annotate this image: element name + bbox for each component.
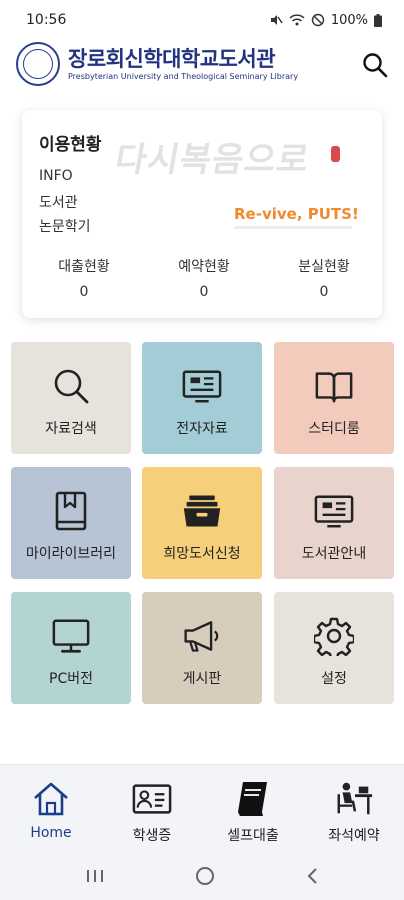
- stat-lost[interactable]: 분실현황 0: [284, 256, 364, 300]
- open-book-icon: [314, 366, 354, 406]
- nav-label: 학생증: [132, 828, 172, 844]
- nav-seat-reservation[interactable]: 좌석예약: [314, 779, 394, 845]
- stat-reservation[interactable]: 예약현황 0: [164, 256, 244, 300]
- nav-label: 셀프대출: [227, 828, 279, 844]
- nav-self-checkout[interactable]: 셀프대출: [213, 779, 293, 845]
- stat-label: 대출현황: [58, 259, 110, 275]
- stat-value: 0: [79, 284, 89, 300]
- tile-board[interactable]: 게시판: [142, 592, 262, 704]
- status-time: 10:56: [26, 12, 67, 28]
- back-button[interactable]: [305, 867, 319, 889]
- stat-label: 분실현황: [298, 259, 350, 275]
- megaphone-icon: [182, 616, 222, 656]
- stat-loan[interactable]: 대출현황 0: [44, 256, 124, 300]
- nav-label: 좌석예약: [328, 828, 380, 844]
- search-icon: [363, 53, 388, 78]
- seat-desk-icon: [334, 779, 374, 819]
- tile-label: 스터디룸: [308, 421, 360, 437]
- nav-home[interactable]: Home: [11, 779, 91, 841]
- library-logo: [16, 42, 60, 86]
- search-button[interactable]: [360, 50, 390, 80]
- tile-my-library[interactable]: 마이라이브러리: [11, 467, 131, 579]
- tile-pc-version[interactable]: PC버전: [11, 592, 131, 704]
- tile-label: PC버전: [49, 671, 93, 687]
- slogan-fine-line: [234, 226, 352, 229]
- usage-status-card: 이용현황 INFO 도서관 논문학기 다시복음으로 Re-vive, PUTS!…: [22, 110, 382, 318]
- app-header: 장로회신학대학교도서관 Presbyterian University and …: [0, 40, 404, 88]
- tile-material-search[interactable]: 자료검색: [11, 342, 131, 454]
- slogan-tagline: Re-vive, PUTS!: [234, 205, 359, 223]
- tile-book-request[interactable]: 희망도서신청: [142, 467, 262, 579]
- slogan-seal: [331, 146, 340, 162]
- card-line-thesis: 논문학기: [39, 219, 91, 235]
- tile-study-room[interactable]: 스터디룸: [274, 342, 394, 454]
- system-navigation-bar: [0, 856, 404, 900]
- nav-label: Home: [30, 825, 72, 841]
- tile-label: 게시판: [182, 671, 222, 687]
- home-icon: [31, 779, 71, 819]
- file-drawer-icon: [182, 491, 222, 531]
- stat-value: 0: [319, 284, 329, 300]
- wifi-icon: [289, 13, 305, 27]
- info-board-icon: [314, 491, 354, 531]
- nav-student-id[interactable]: 학생증: [112, 779, 192, 845]
- tile-label: 자료검색: [45, 421, 97, 437]
- stats-row: 대출현황 0 예약현황 0 분실현황 0: [22, 256, 382, 300]
- tile-label: 도서관안내: [301, 546, 367, 562]
- home-button[interactable]: [195, 866, 215, 890]
- tile-label: 전자자료: [176, 421, 228, 437]
- card-title: 이용현황: [39, 135, 102, 155]
- recent-apps-button[interactable]: [85, 868, 105, 888]
- bottom-navigation: Home 학생증 셀프대출 좌석예약: [0, 764, 404, 856]
- id-card-icon: [132, 779, 172, 819]
- card-line-library: 도서관: [39, 195, 78, 211]
- tile-label: 희망도서신청: [163, 546, 241, 562]
- bookmark-book-icon: [51, 491, 91, 531]
- mute-icon: [269, 13, 283, 27]
- monitor-document-icon: [182, 366, 222, 406]
- gear-icon: [314, 616, 354, 656]
- desktop-monitor-icon: [51, 616, 91, 656]
- tile-label: 마이라이브러리: [25, 546, 117, 562]
- stat-value: 0: [199, 284, 209, 300]
- stat-label: 예약현황: [178, 259, 230, 275]
- tile-library-info[interactable]: 도서관안내: [274, 467, 394, 579]
- battery-percent: 100%: [330, 12, 368, 28]
- battery-icon: [374, 13, 382, 27]
- slogan-calligraphy: 다시복음으로: [111, 140, 313, 180]
- tile-e-resources[interactable]: 전자자료: [142, 342, 262, 454]
- header-subtitle: Presbyterian University and Theological …: [68, 71, 299, 81]
- blocked-icon: [311, 13, 325, 27]
- card-line-info: INFO: [39, 168, 73, 184]
- magnifier-icon: [51, 366, 91, 406]
- tile-settings[interactable]: 설정: [274, 592, 394, 704]
- status-icons: 100%: [269, 13, 382, 28]
- tile-label: 설정: [321, 671, 347, 687]
- book-icon: [233, 779, 273, 819]
- status-bar: 10:56 100%: [0, 0, 404, 40]
- header-title: 장로회신학대학교도서관: [68, 46, 276, 71]
